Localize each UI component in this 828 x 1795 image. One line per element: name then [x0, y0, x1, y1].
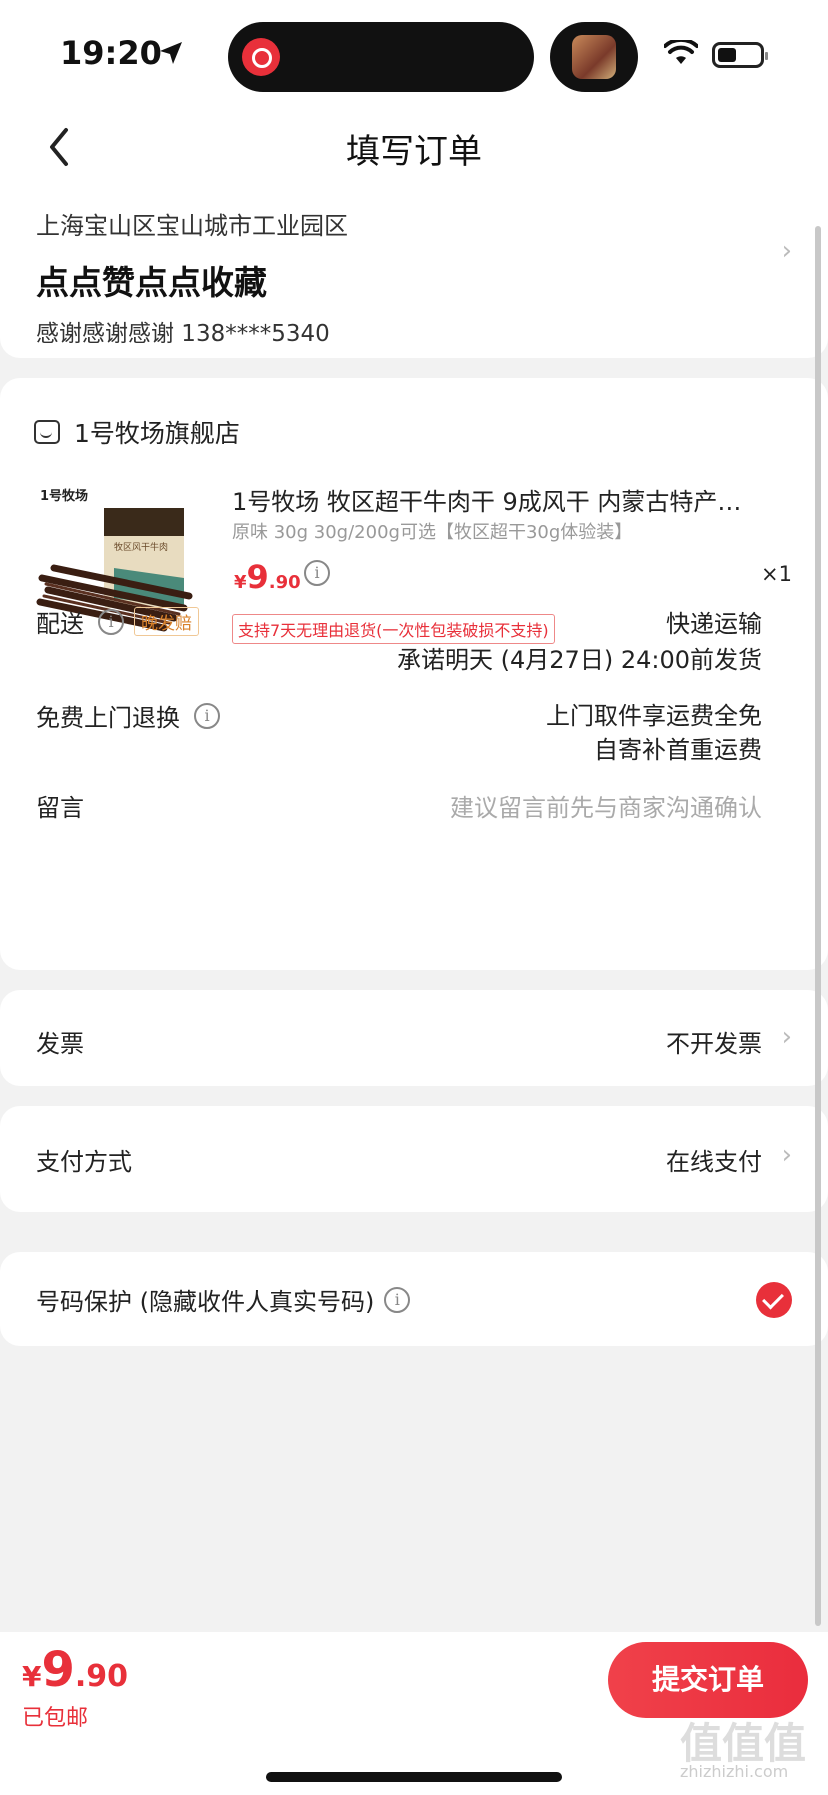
return-label-row: 免费上门退换 i — [36, 698, 220, 733]
delivery-label: 配送 — [36, 610, 84, 638]
music-app-icon — [242, 38, 280, 76]
dynamic-island — [228, 22, 534, 92]
privacy-row: 号码保护 (隐藏收件人真实号码) i — [0, 1252, 828, 1346]
wifi-icon — [664, 40, 698, 64]
location-arrow-icon — [160, 42, 182, 64]
dynamic-island-activity — [550, 22, 638, 92]
shipping-status: 已包邮 — [22, 1706, 89, 1731]
info-icon[interactable]: i — [384, 1286, 411, 1313]
return-line-2: 自寄补首重运费 — [594, 736, 762, 764]
invoice-value: 不开发票 — [666, 1030, 762, 1058]
delivery-method: 快递运输 — [666, 610, 762, 638]
page-title: 填写订单 — [346, 132, 482, 172]
store-name: 1号牧场旗舰店 — [74, 419, 240, 448]
payment-value: 在线支付 — [666, 1148, 762, 1176]
payment-label: 支付方式 — [36, 1148, 132, 1176]
watermark-url: zhizhizhi.com — [680, 1762, 789, 1781]
recipient-contact: 感谢感谢感谢 138****5340 — [36, 321, 330, 347]
check-icon[interactable] — [756, 1282, 792, 1318]
address-region: 上海宝山区宝山城市工业园区 — [36, 212, 348, 240]
product-price: ¥9.90 — [234, 558, 301, 596]
delivery-label-row: 配送 i 晚发赔 — [36, 604, 199, 639]
payment-row[interactable]: 支付方式 在线支付 › — [0, 1106, 828, 1212]
product-title[interactable]: 1号牧场 牧区超干牛肉干 9成风干 内蒙古特产… — [232, 482, 772, 517]
info-icon[interactable]: i — [194, 702, 220, 729]
total-price: ¥9.90 — [22, 1642, 129, 1698]
info-icon[interactable]: i — [304, 560, 330, 586]
chevron-right-icon: › — [781, 1022, 792, 1052]
product-spec[interactable]: 原味 30g 30g/200g可选【牧区超干30g体验装】 — [232, 518, 712, 544]
return-label: 免费上门退换 — [36, 704, 180, 732]
privacy-label-row: 号码保护 (隐藏收件人真实号码) i — [36, 1282, 411, 1317]
message-label: 留言 — [36, 794, 84, 822]
chevron-right-icon: › — [781, 236, 792, 266]
privacy-label: 号码保护 (隐藏收件人真实号码) — [36, 1288, 375, 1316]
package-label: 牧区风干牛肉 — [114, 541, 168, 553]
return-line-1: 上门取件享运费全免 — [546, 702, 762, 730]
product-quantity: ×1 — [761, 562, 792, 586]
address-card[interactable]: 上海宝山区宝山城市工业园区 点点赞点点收藏 感谢感谢感谢 138****5340… — [0, 170, 828, 358]
info-icon[interactable]: i — [98, 608, 124, 635]
status-time: 19:20 — [60, 34, 162, 72]
submit-order-button[interactable]: 提交订单 — [608, 1642, 808, 1718]
album-thumbnail — [572, 35, 616, 79]
delivery-promise: 承诺明天 (4月27日) 24:00前发货 — [397, 646, 762, 674]
invoice-row[interactable]: 发票 不开发票 › — [0, 990, 828, 1086]
late-compensation-tag[interactable]: 晚发赔 — [134, 607, 199, 636]
store-icon — [34, 420, 60, 444]
store-card: 1号牧场旗舰店 1号牧场 牧区风干牛肉 1号牧场 牧区超干牛肉干 9成风干 内蒙… — [0, 378, 828, 970]
invoice-label: 发票 — [36, 1030, 84, 1058]
chevron-right-icon: › — [781, 1140, 792, 1170]
recipient-name: 点点赞点点收藏 — [36, 263, 267, 302]
message-input[interactable]: 建议留言前先与商家沟通确认 — [450, 788, 762, 823]
status-bar: 19:20 — [0, 0, 828, 108]
home-indicator[interactable] — [266, 1772, 562, 1782]
scrollbar[interactable] — [815, 226, 821, 1626]
battery-icon — [712, 42, 768, 68]
product-brand-label: 1号牧场 — [40, 488, 88, 504]
store-header[interactable]: 1号牧场旗舰店 — [34, 412, 240, 452]
